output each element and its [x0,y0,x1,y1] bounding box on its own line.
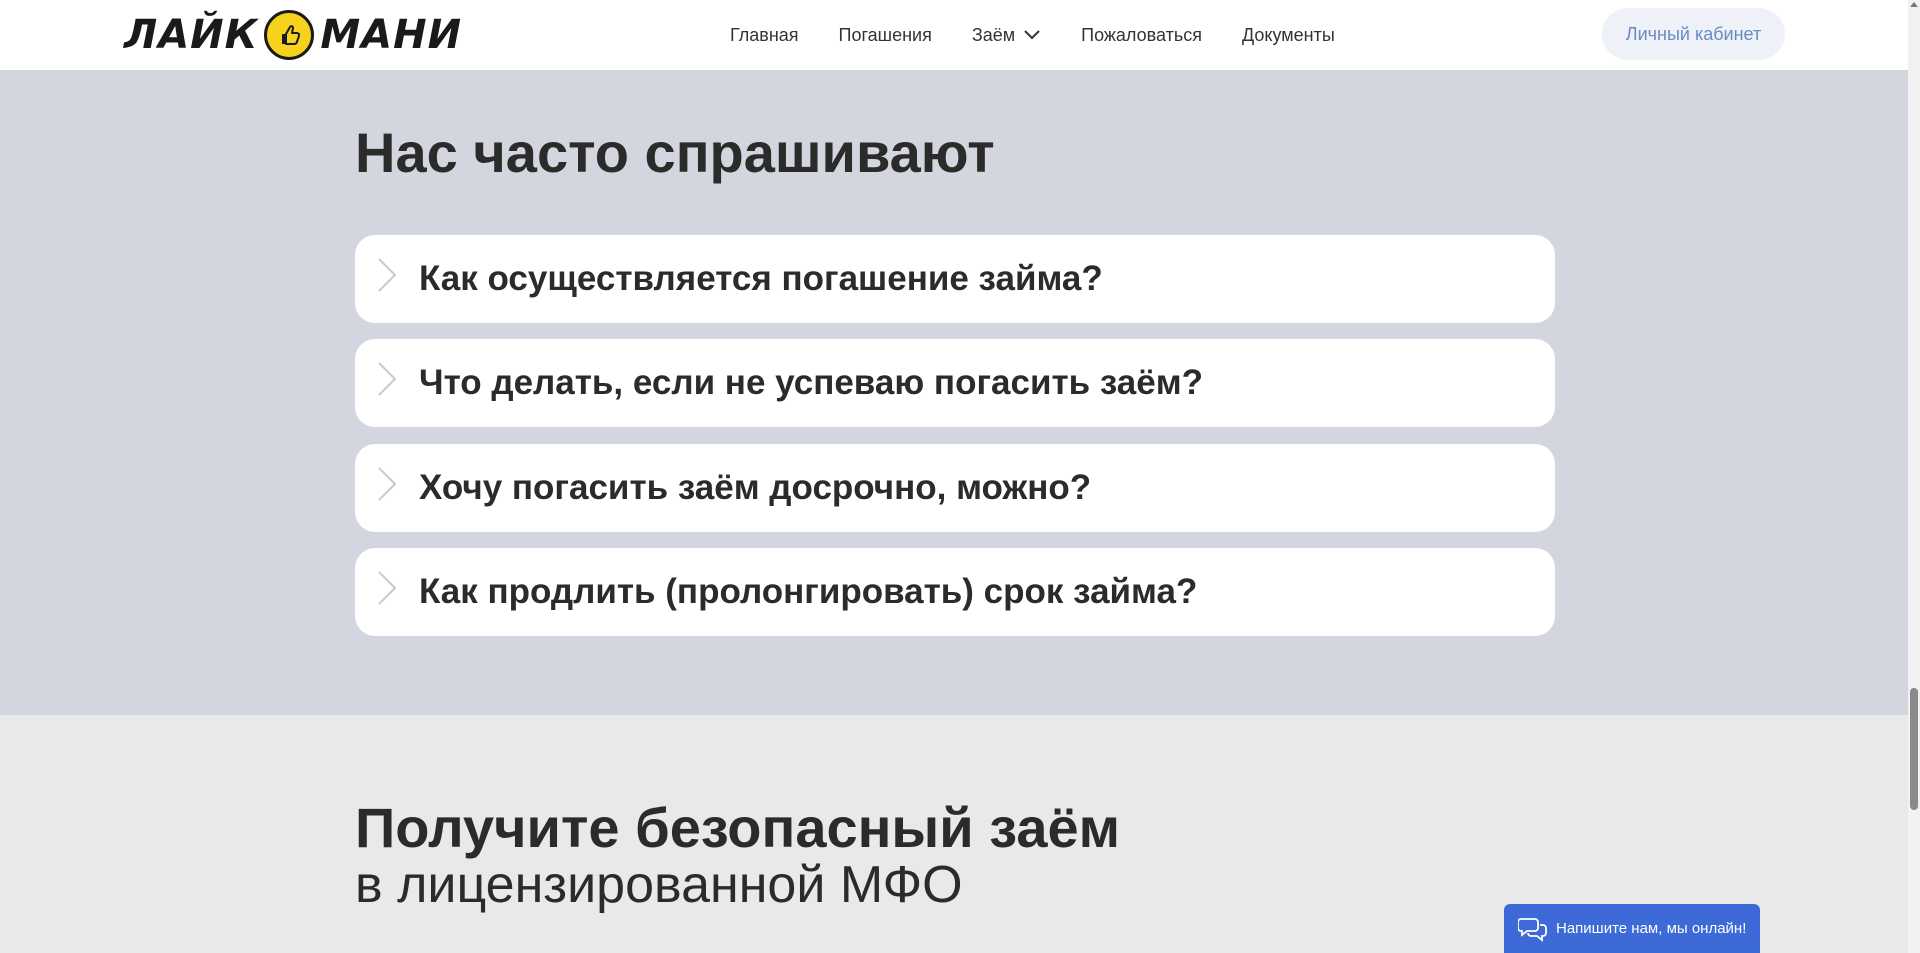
faq-question: Что делать, если не успеваю погасить заё… [419,363,1203,402]
nav-item-label: Главная [730,24,799,45]
faq-question: Как продлить (пролонгировать) срок займа… [419,572,1198,611]
faq-title: Нас часто спрашивают [355,121,995,184]
promo-subtitle: в лицензированной МФО [355,856,963,914]
logo-text-right: МАНИ [320,12,463,58]
nav-item-label: Погашения [838,24,932,45]
nav-item-label: Документы [1241,24,1335,45]
chat-widget-label: Напишите нам, мы онлайн! [1556,920,1747,937]
chevron-down-icon [1024,30,1040,40]
site-header: ЛАЙК МАНИ Главная Погашения Заём Пожалов… [0,0,1908,70]
logo-text-left: ЛАЙК [124,12,259,58]
faq-item[interactable]: Как осуществляется погашение займа? [355,235,1555,323]
nav-item-complain[interactable]: Пожаловаться [1081,25,1202,46]
chevron-right-icon [378,258,397,292]
nav-item-label: Заём [971,24,1016,45]
nav-item-loan[interactable]: Заём [972,25,1041,46]
logo[interactable]: ЛАЙК МАНИ [124,10,462,60]
personal-account-button[interactable]: Личный кабинет [1602,8,1785,60]
nav-item-documents[interactable]: Документы [1242,25,1335,46]
thumbs-up-coin-icon [264,10,315,60]
faq-item[interactable]: Хочу погасить заём досрочно, можно? [355,444,1555,532]
nav-item-label: Пожаловаться [1081,24,1202,45]
page-scrollbar[interactable] [1908,0,1920,953]
faq-question: Как осуществляется погашение займа? [419,259,1103,298]
chat-bubbles-icon [1518,917,1547,942]
chat-widget-button[interactable]: Напишите нам, мы онлайн! [1504,904,1760,953]
nav-item-repayments[interactable]: Погашения [839,25,932,46]
scrollbar-thumb[interactable] [1910,688,1918,810]
main-nav: Главная Погашения Заём Пожаловаться Доку… [730,0,1375,70]
scroll-up-arrow-icon[interactable] [1910,2,1918,7]
nav-item-home[interactable]: Главная [730,25,799,46]
faq-item[interactable]: Как продлить (пролонгировать) срок займа… [355,548,1555,636]
chevron-right-icon [378,362,397,396]
faq-question: Хочу погасить заём досрочно, можно? [419,468,1092,507]
chevron-right-icon [378,571,397,605]
chevron-right-icon [378,467,397,501]
faq-item[interactable]: Что делать, если не успеваю погасить заё… [355,339,1555,427]
faq-section: Нас часто спрашивают Как осуществляется … [0,70,1908,715]
promo-title: Получите безопасный заём [355,796,1121,859]
